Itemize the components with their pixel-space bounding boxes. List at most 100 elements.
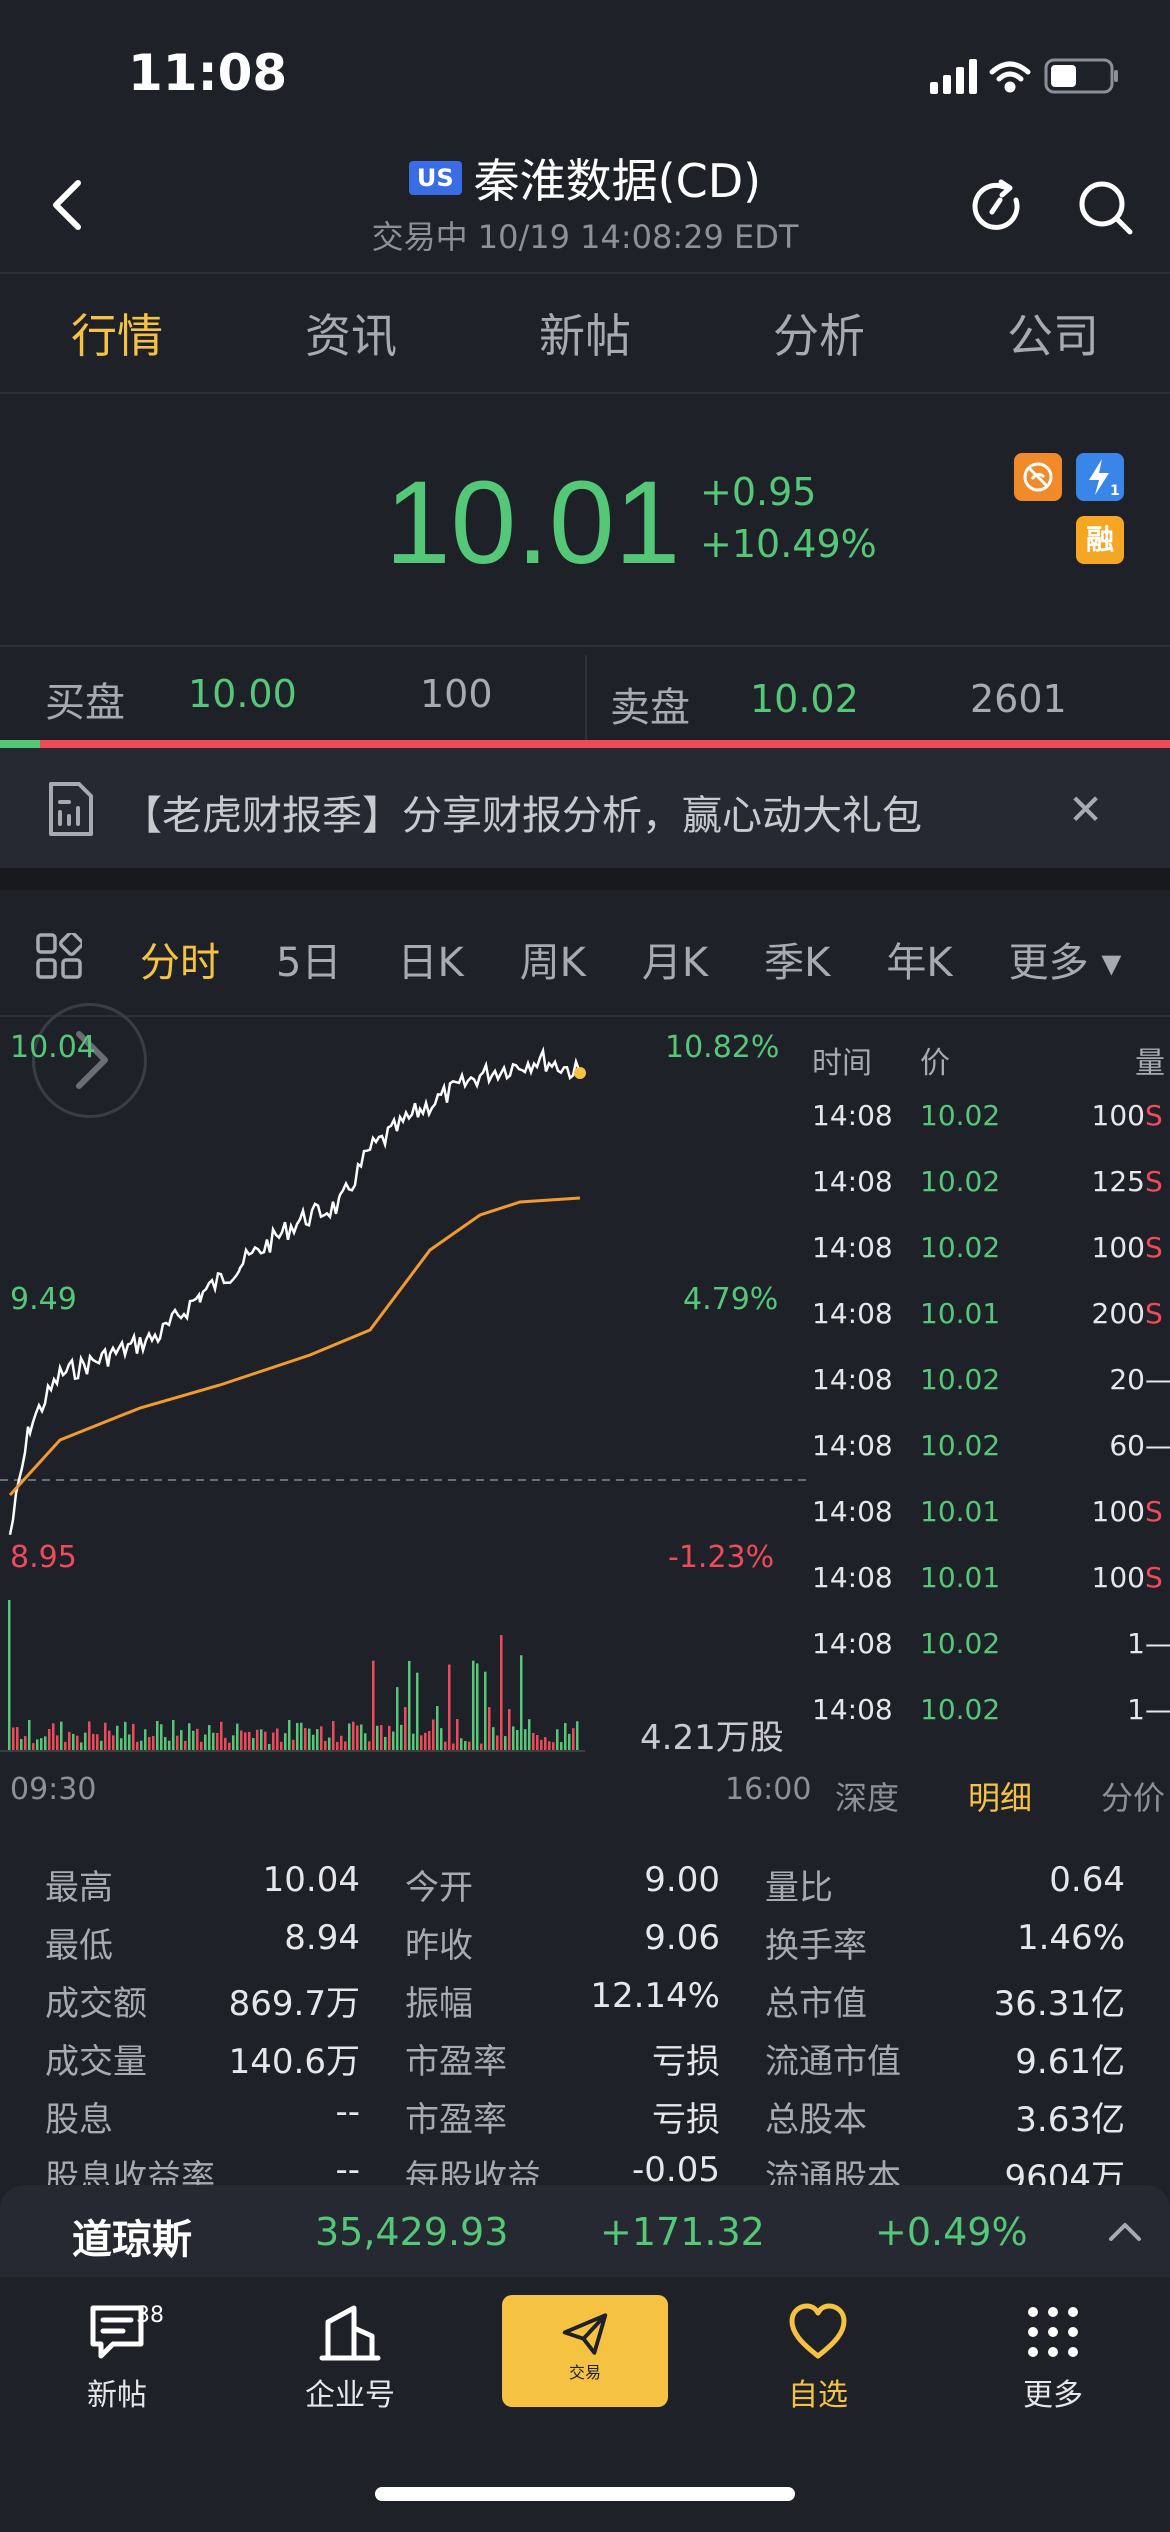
header-divider xyxy=(0,272,1170,274)
nav-posts[interactable]: 新帖 xyxy=(32,2300,202,2414)
margin-badge[interactable]: 融 xyxy=(1076,516,1124,564)
nav-more[interactable]: 更多 xyxy=(968,2300,1138,2414)
volume-bar xyxy=(124,1721,127,1750)
period-tab[interactable]: 季K xyxy=(764,930,830,988)
tab-analysis[interactable]: 分析 xyxy=(753,300,885,378)
volume-bar xyxy=(324,1740,327,1750)
volume-bar xyxy=(504,1736,507,1750)
tick-row: 14:08 10.02 125 S xyxy=(810,1148,1165,1214)
promo-text[interactable]: 【老虎财报季】分享财报分析，赢心动大礼包 xyxy=(122,783,922,841)
volume-bar xyxy=(460,1738,463,1750)
volume-bar xyxy=(556,1729,559,1750)
volume-bar xyxy=(428,1731,431,1750)
tick-volume: 1 xyxy=(1127,1626,1145,1660)
volume-bar xyxy=(396,1687,399,1750)
tick-row: 14:08 10.02 100 S xyxy=(810,1214,1165,1280)
period-tab[interactable]: 月K xyxy=(642,930,708,988)
search-icon[interactable] xyxy=(1076,178,1134,236)
volume-bar xyxy=(564,1722,567,1750)
volume-bar xyxy=(192,1730,195,1750)
period-tab[interactable]: 日K xyxy=(397,930,463,988)
period-tab[interactable]: 年K xyxy=(886,930,952,988)
posts-count-badge: 38 xyxy=(136,2303,164,2328)
chevron-up-icon[interactable] xyxy=(1105,2215,1145,2245)
volume-bar xyxy=(512,1726,515,1750)
stat-value: 3.63亿 xyxy=(1015,2099,1125,2140)
volume-bar xyxy=(260,1729,263,1750)
pct-axis-low: -1.23% xyxy=(668,1540,775,1575)
volume-label: 4.21万股 xyxy=(640,1718,784,1758)
period-tab[interactable]: 5日 xyxy=(276,930,341,988)
volume-bar xyxy=(508,1709,511,1750)
volume-bar xyxy=(560,1742,563,1750)
nav-watchlist-label: 自选 xyxy=(788,2378,848,2413)
volume-bar xyxy=(216,1732,219,1750)
index-value: 35,429.93 xyxy=(315,2210,509,2254)
price-axis-high: 10.04 xyxy=(10,1030,96,1065)
tab-news[interactable]: 资讯 xyxy=(285,300,417,378)
close-icon[interactable]: ✕ xyxy=(1068,785,1103,834)
subtab-price-levels[interactable]: 分价 xyxy=(1101,1773,1165,1819)
volume-bar xyxy=(244,1732,247,1750)
volume-bar xyxy=(300,1722,303,1750)
nav-watchlist[interactable]: 自选 xyxy=(733,2300,903,2414)
period-tab[interactable]: 更多 ▾ xyxy=(1009,930,1122,988)
stats-row: 成交量 140.6万 市盈率 亏损 流通市值 9.61亿 xyxy=(45,2029,1125,2087)
volume-bar xyxy=(68,1731,71,1750)
stat-label: 量比 xyxy=(765,1867,833,1908)
paper-plane-icon xyxy=(562,2313,608,2355)
intraday-chart[interactable] xyxy=(0,1020,810,1800)
stat-value: 8.94 xyxy=(284,1917,360,1958)
nav-trade[interactable]: 交易 xyxy=(502,2295,668,2407)
period-tab[interactable]: 分时 xyxy=(140,930,220,988)
volume-bar xyxy=(208,1725,211,1750)
stock-title: 秦淮数据(CD) xyxy=(473,154,762,208)
stats-row: 最低 8.94 昨收 9.06 换手率 1.46% xyxy=(45,1913,1125,1971)
average-price-line xyxy=(8,1196,581,1497)
tick-time: 14:08 xyxy=(812,1494,893,1528)
tick-time: 14:08 xyxy=(812,1296,893,1330)
subtab-detail[interactable]: 明细 xyxy=(968,1773,1032,1819)
volume-bar xyxy=(156,1720,159,1750)
period-tab[interactable]: 周K xyxy=(520,930,586,988)
volume-bar xyxy=(400,1724,403,1750)
ask-strength-bar xyxy=(40,740,1170,748)
volume-bar xyxy=(264,1731,267,1750)
quote-mid-divider xyxy=(585,655,587,740)
tick-time: 14:08 xyxy=(812,1362,893,1396)
tick-volume: 100 xyxy=(1091,1494,1145,1528)
lightning-icon[interactable]: 1 xyxy=(1076,453,1124,501)
stat-cell: 成交量 140.6万 xyxy=(45,2034,405,2083)
stat-cell: 流通市值 9.61亿 xyxy=(765,2034,1125,2083)
tick-row: 14:08 10.02 20— xyxy=(810,1346,1170,1412)
volume-bar xyxy=(308,1728,311,1750)
stat-label: 最高 xyxy=(45,1867,113,1908)
tab-company[interactable]: 公司 xyxy=(987,300,1119,378)
pct-axis-mid: 4.79% xyxy=(683,1282,779,1317)
period-tabs: 分时 5日 日K 周K 月K 季K 年K 更多 ▾ xyxy=(140,930,1170,988)
volume-bar xyxy=(172,1719,175,1750)
volume-bar xyxy=(432,1719,435,1750)
subtab-depth[interactable]: 深度 xyxy=(835,1773,899,1819)
stat-label: 换手率 xyxy=(765,1925,867,1966)
stat-label: 市盈率 xyxy=(405,2041,507,2082)
tab-quote[interactable]: 行情 xyxy=(51,300,183,378)
volume-bar xyxy=(284,1733,287,1750)
nav-company[interactable]: 企业号 xyxy=(265,2300,435,2414)
bid-label: 买盘 xyxy=(45,680,125,726)
stat-cell: 最低 8.94 xyxy=(45,1918,405,1967)
last-price: 10.01 xyxy=(385,457,681,589)
refresh-icon[interactable] xyxy=(968,178,1026,236)
volume-bar xyxy=(236,1723,239,1750)
price-change-pct: +10.49% xyxy=(700,522,877,566)
grid-icon[interactable] xyxy=(36,933,82,979)
bid-volume: 100 xyxy=(420,672,493,716)
tab-posts[interactable]: 新帖 xyxy=(519,300,651,378)
volume-bar xyxy=(568,1733,571,1750)
tick-side: S xyxy=(1145,1164,1163,1198)
volume-bar xyxy=(160,1724,163,1750)
no-short-icon[interactable] xyxy=(1014,453,1062,501)
volume-bar xyxy=(60,1721,63,1750)
volume-bar xyxy=(140,1740,143,1750)
index-change-pct: +0.49% xyxy=(875,2210,1028,2254)
